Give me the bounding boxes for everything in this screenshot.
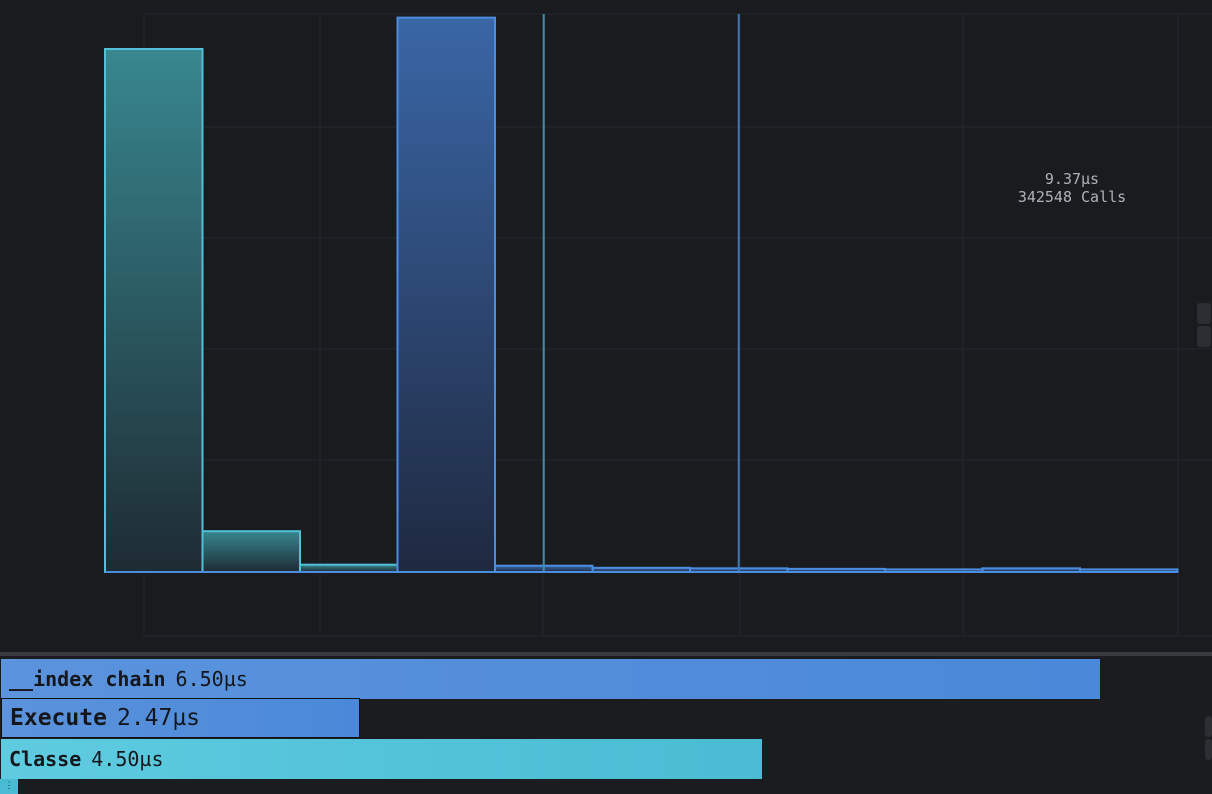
zone-time: 2.47µs	[116, 705, 201, 731]
histogram-bar-2[interactable]	[299, 563, 399, 573]
scroll-handle-upper[interactable]	[1197, 303, 1211, 324]
histogram-chart[interactable]: 9.37µs 342548 Calls	[0, 0, 1212, 652]
zone-scroll-handle-lower[interactable]	[1205, 739, 1212, 760]
tooltip-calls: 342548 Calls	[1018, 188, 1126, 206]
resize-grip-icon[interactable]: ⋮	[0, 779, 18, 794]
panel-divider[interactable]	[0, 652, 1212, 656]
histogram-bar-3[interactable]	[396, 16, 496, 574]
zone-name: __index chain	[9, 667, 166, 691]
zone-scroll-handle-upper[interactable]	[1205, 716, 1212, 737]
zone-bar-execute[interactable]: Execute 2.47µs	[1, 698, 360, 738]
zone-time: 6.50µs	[175, 667, 248, 691]
zone-bar-index-chain[interactable]: __index chain 6.50µs	[1, 659, 1100, 699]
histogram-bar-1[interactable]	[201, 530, 301, 573]
zone-name: Execute	[10, 705, 107, 731]
zone-time: 4.50µs	[91, 747, 164, 771]
histogram-bar-0[interactable]	[104, 48, 204, 573]
zone-name: Classe	[9, 747, 82, 771]
zone-bar-classe[interactable]: Classe 4.50µs	[1, 739, 762, 779]
scroll-handle-lower[interactable]	[1197, 326, 1211, 347]
histogram-svg: 9.37µs 342548 Calls	[104, 13, 1212, 637]
tooltip-time: 9.37µs	[1045, 170, 1099, 188]
profiler-panel: 9.37µs 342548 Calls __index chain 6.50µs…	[0, 0, 1212, 794]
